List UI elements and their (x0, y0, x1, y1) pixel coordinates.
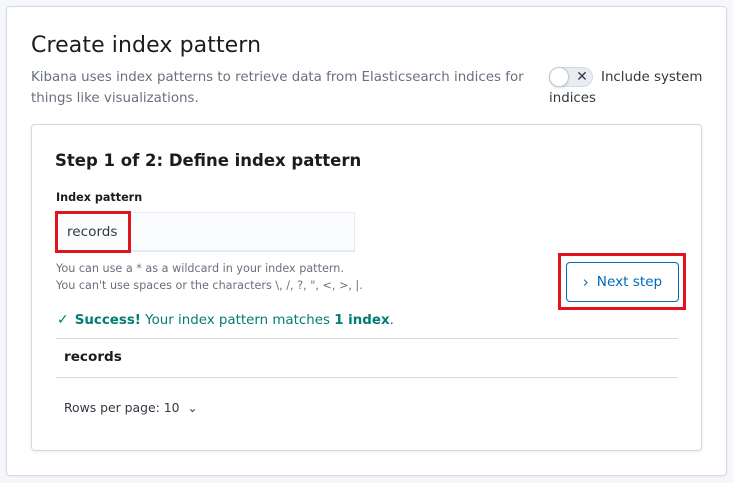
page-title: Create index pattern (31, 33, 262, 58)
index-pattern-input[interactable] (56, 212, 355, 252)
rows-per-page-label: Rows per page: 10 (64, 400, 180, 415)
rows-per-page-selector[interactable]: Rows per page: 10 ⌄ (64, 400, 198, 415)
step-title: Step 1 of 2: Define index pattern (55, 151, 362, 170)
toggle-knob (549, 67, 569, 87)
help-line-wildcard: You can use a * as a wildcard in your in… (56, 262, 344, 275)
table-row: records (64, 349, 122, 365)
success-message: ✓ Success! Your index pattern matches 1 … (57, 312, 394, 328)
table-divider-bottom (56, 377, 678, 378)
page-description: Kibana uses index patterns to retrieve d… (31, 70, 524, 106)
toggle-switch[interactable]: ✕ (549, 67, 593, 87)
check-icon: ✓ (57, 312, 69, 328)
success-strong: Success! (74, 312, 141, 328)
success-end: . (389, 312, 394, 328)
table-divider-top (56, 338, 678, 339)
success-body: Your index pattern matches (140, 312, 335, 328)
help-line-characters: You can't use spaces or the characters \… (56, 279, 363, 292)
success-text: Success! Your index pattern matches 1 in… (75, 313, 394, 328)
index-pattern-help: You can use a * as a wildcard in your in… (56, 260, 396, 294)
chevron-down-icon: ⌄ (187, 400, 198, 415)
chevron-right-icon: › (582, 273, 589, 291)
success-count: 1 index (334, 312, 390, 328)
next-step-label: Next step (596, 274, 663, 290)
next-step-button[interactable]: › Next step (566, 262, 679, 302)
x-icon: ✕ (576, 69, 588, 85)
index-pattern-label: Index pattern (56, 191, 143, 204)
